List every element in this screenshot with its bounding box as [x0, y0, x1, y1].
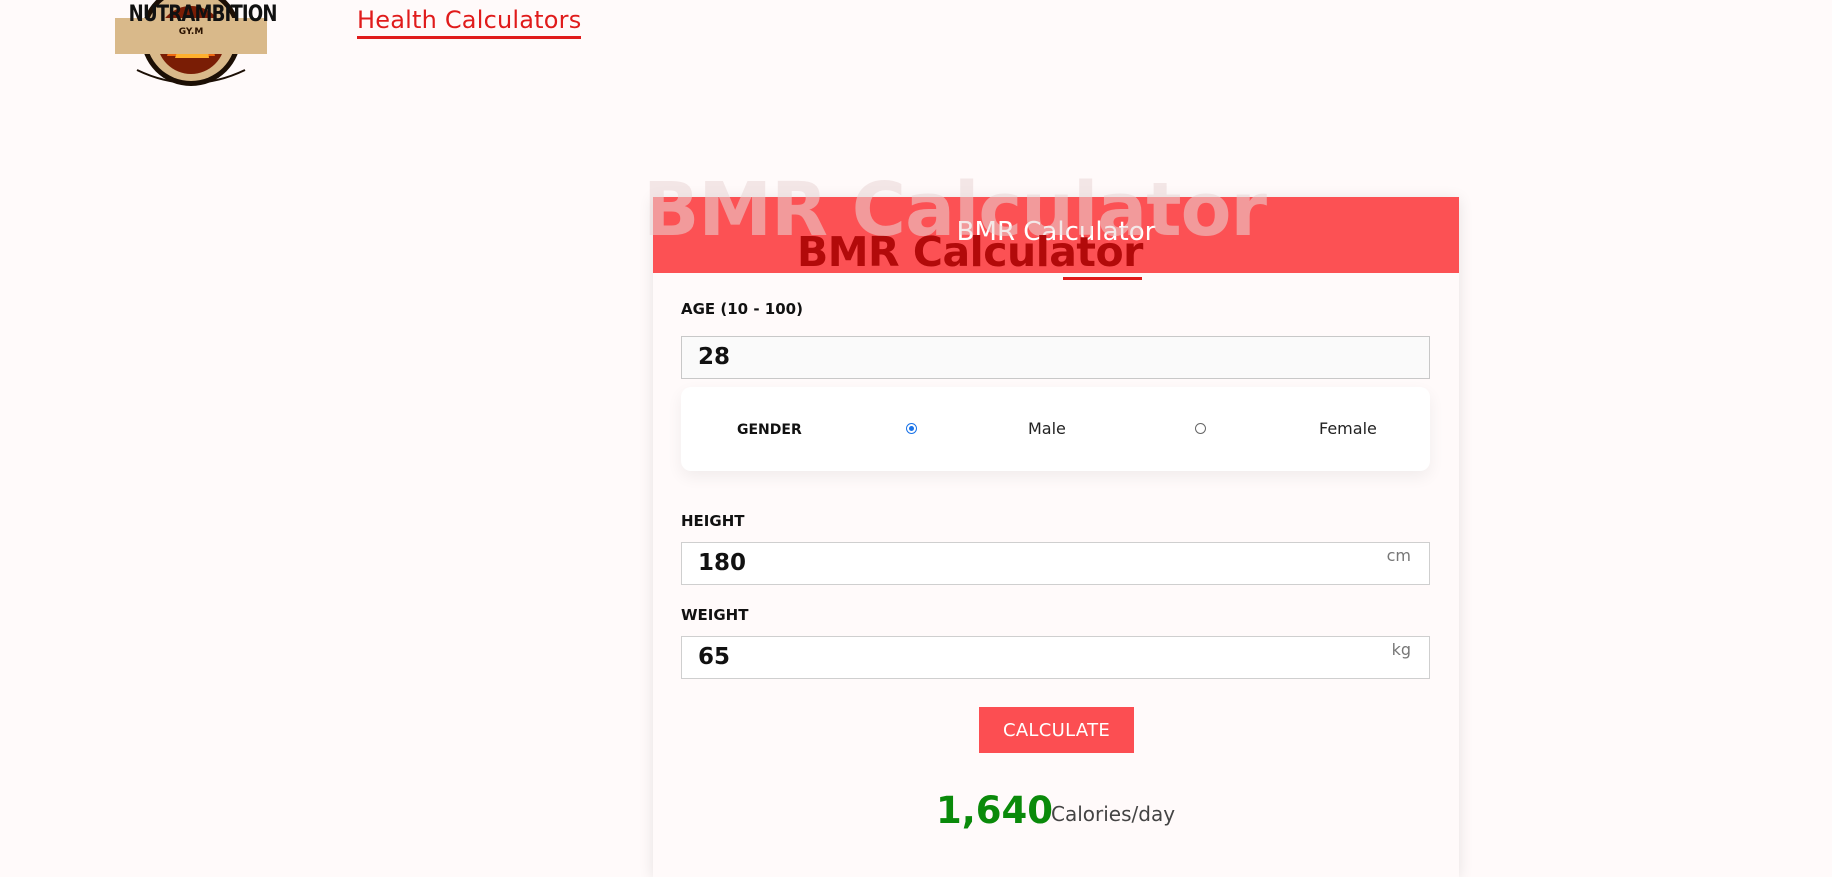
gender-female-radio[interactable] — [1195, 423, 1206, 434]
nav-link-health-calculators[interactable]: Health Calculators — [357, 6, 582, 39]
weight-input-value: 65 — [698, 644, 731, 670]
gender-label: GENDER — [737, 422, 802, 438]
gender-selector: GENDER Male Female — [681, 387, 1430, 471]
height-label: HEIGHT — [681, 512, 745, 530]
page-title: BMR Calculator — [797, 228, 1143, 276]
title-underline — [1063, 277, 1142, 280]
gender-female-label[interactable]: Female — [1319, 419, 1377, 438]
bmr-result-value: 1,640 — [936, 789, 1054, 832]
bmr-result-unit: Calories/day — [1051, 802, 1176, 826]
height-input-value: 180 — [698, 550, 747, 576]
age-input-value: 28 — [698, 344, 731, 370]
age-input[interactable]: 28 — [681, 336, 1430, 379]
height-unit: cm — [1386, 546, 1411, 565]
logo-subtext: GY.M — [178, 27, 204, 37]
weight-label: WEIGHT — [681, 606, 749, 624]
brand-logo[interactable]: NUTRAMBITION GY.M — [115, 0, 278, 90]
age-label: AGE (10 - 100) — [681, 300, 803, 318]
logo-wordmark: NUTRAMBITION — [128, 2, 278, 27]
height-input[interactable]: 180 cm — [681, 542, 1430, 585]
bmr-calculator-card: BMR Calculator — [653, 197, 1459, 877]
calculate-button[interactable]: CALCULATE — [979, 707, 1134, 753]
gender-male-label[interactable]: Male — [1028, 419, 1066, 438]
weight-unit: kg — [1391, 640, 1411, 659]
weight-input[interactable]: 65 kg — [681, 636, 1430, 679]
gender-male-radio[interactable] — [906, 423, 917, 434]
